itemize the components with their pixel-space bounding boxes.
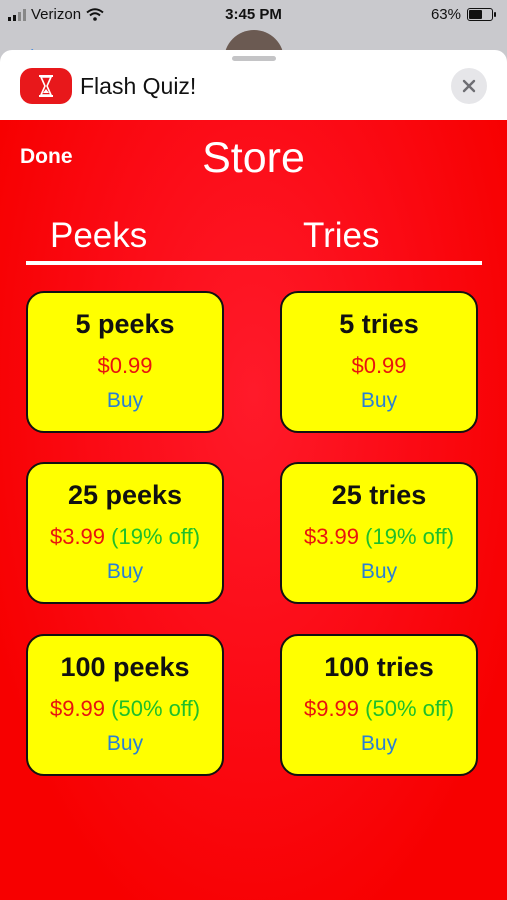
battery-icon: [467, 8, 496, 21]
app-sheet: Flash Quiz! Done Store Peeks Tries 5 pee…: [0, 50, 507, 900]
peeks-card-25[interactable]: 25 peeks $3.99 (19% off) Buy: [26, 462, 224, 604]
card-quantity: 5 peeks: [75, 309, 175, 339]
tries-card-100[interactable]: 100 tries $9.99 (50% off) Buy: [280, 634, 478, 776]
card-discount: (50% off): [111, 696, 201, 721]
card-price-line: $9.99 (50% off): [28, 696, 222, 722]
card-discount: (19% off): [111, 524, 201, 549]
card-quantity: 100 peeks: [60, 652, 190, 682]
card-discount: (19% off): [365, 524, 455, 549]
status-bar: Verizon 3:45 PM 63%: [0, 0, 507, 30]
app-header: Flash Quiz!: [0, 50, 507, 120]
buy-button[interactable]: Buy: [282, 389, 476, 413]
battery-percent: 63%: [430, 6, 461, 23]
card-quantity: 100 tries: [324, 652, 434, 682]
hourglass-icon: [20, 68, 72, 104]
card-quantity: 5 tries: [339, 309, 419, 339]
card-quantity: 25 tries: [331, 480, 427, 510]
battery-fill: [469, 10, 482, 19]
card-price-line: $3.99 (19% off): [282, 524, 476, 550]
card-quantity: 25 peeks: [67, 480, 183, 510]
buy-button[interactable]: Buy: [28, 732, 222, 756]
card-price: $0.99: [97, 353, 153, 378]
close-icon: [462, 79, 476, 93]
card-price-line: $3.99 (19% off): [28, 524, 222, 550]
buy-button[interactable]: Buy: [282, 732, 476, 756]
card-price-line: $0.99: [282, 353, 476, 379]
tab-peeks[interactable]: Peeks: [50, 216, 147, 256]
buy-button[interactable]: Buy: [28, 389, 222, 413]
app-title: Flash Quiz!: [80, 73, 197, 99]
card-price: $0.99: [351, 353, 407, 378]
buy-button[interactable]: Buy: [28, 560, 222, 584]
card-price-line: $0.99: [28, 353, 222, 379]
card-discount: (50% off): [365, 696, 455, 721]
card-price: $9.99: [49, 696, 106, 721]
store-panel: Done Store Peeks Tries 5 peeks $0.99 Buy…: [0, 120, 507, 900]
card-price-line: $9.99 (50% off): [282, 696, 476, 722]
card-price: $3.99: [49, 524, 106, 549]
close-button[interactable]: [451, 68, 487, 104]
peeks-card-5[interactable]: 5 peeks $0.99 Buy: [26, 291, 224, 433]
tries-card-5[interactable]: 5 tries $0.99 Buy: [280, 291, 478, 433]
card-price: $9.99: [303, 696, 360, 721]
status-right: 63%: [430, 6, 496, 23]
store-title: Store: [202, 134, 305, 182]
tab-tries[interactable]: Tries: [303, 216, 379, 256]
card-price: $3.99: [303, 524, 360, 549]
tries-card-25[interactable]: 25 tries $3.99 (19% off) Buy: [280, 462, 478, 604]
peeks-card-100[interactable]: 100 peeks $9.99 (50% off) Buy: [26, 634, 224, 776]
buy-button[interactable]: Buy: [282, 560, 476, 584]
tab-underline: [26, 261, 482, 265]
